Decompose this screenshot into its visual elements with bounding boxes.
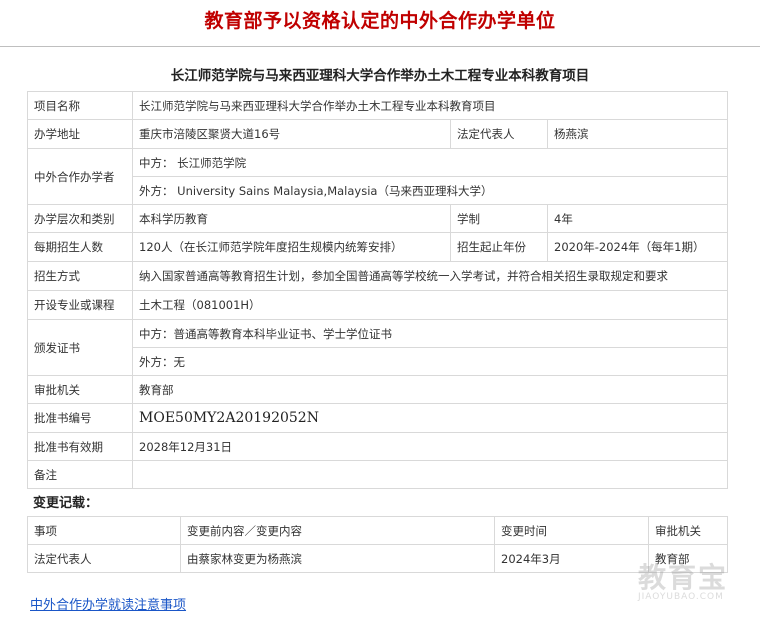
major-value: 土木工程（081001H） — [131, 290, 729, 320]
project-info-table: 项目名称 长江师范学院与马来西亚理科大学合作举办土木工程专业本科教育项目 办学地… — [27, 91, 729, 489]
row-partner-cn: 中外合作办学者 中方： 长江师范学院 — [27, 148, 729, 205]
change-header-item: 事项 — [27, 516, 181, 545]
page-title: 教育部予以资格认定的中外合作办学单位 — [204, 10, 556, 32]
cert-label: 颁发证书 — [27, 319, 133, 376]
change-authority: 教育部 — [648, 544, 728, 573]
level-label: 办学层次和类别 — [27, 204, 133, 233]
row-address: 办学地址 重庆市涪陵区聚贤大道16号 法定代表人 杨燕滨 — [27, 119, 729, 149]
watermark-sub-text: JIAOYUBAO.COM — [638, 592, 724, 602]
authority-label: 审批机关 — [27, 375, 133, 404]
partner-foreign: 外方： University Sains Malaysia,Malaysia（马… — [131, 176, 729, 205]
change-content: 由蔡家林变更为杨燕滨 — [180, 544, 495, 573]
duration-label: 学制 — [450, 204, 548, 233]
row-enroll: 每期招生人数 120人（在长江师范学院年度招生规模内统筹安排） 招生起止年份 2… — [27, 232, 729, 262]
row-cert-foreign: 外方：无 — [28, 347, 729, 376]
admission-value: 纳入国家普通高等教育招生计划，参加全国普通高等学校统一入学考试，并符合相关招生录… — [131, 261, 729, 291]
row-project-name: 项目名称 长江师范学院与马来西亚理科大学合作举办土木工程专业本科教育项目 — [27, 91, 729, 120]
change-header-authority: 审批机关 — [648, 516, 728, 545]
change-record-heading: 变更记载： — [33, 496, 99, 511]
row-authority: 审批机关 教育部 — [27, 375, 729, 404]
change-time: 2024年3月 — [494, 544, 649, 573]
address-value: 重庆市涪陵区聚贤大道16号 — [132, 119, 451, 149]
row-admission: 招生方式 纳入国家普通高等教育招生计划，参加全国普通高等学校统一入学考试，并符合… — [27, 261, 729, 291]
approval-no-label: 批准书编号 — [27, 403, 133, 433]
approval-no-value: MOE50MY2A20192052N — [131, 403, 729, 433]
level-value: 本科学历教育 — [132, 204, 451, 233]
remark-label: 备注 — [27, 460, 133, 489]
change-header-time: 变更时间 — [494, 516, 649, 545]
project-name-value: 长江师范学院与马来西亚理科大学合作举办土木工程专业本科教育项目 — [131, 91, 729, 120]
legal-rep-value: 杨燕滨 — [546, 119, 729, 149]
change-item: 法定代表人 — [27, 544, 181, 573]
page-banner: 教育部予以资格认定的中外合作办学单位 — [0, 0, 760, 47]
partner-cn: 中方： 长江师范学院 — [131, 148, 729, 177]
duration-value: 4年 — [546, 204, 729, 233]
enrollment-notice-link[interactable]: 中外合作办学就读注意事项 — [30, 594, 186, 613]
row-cert-cn: 颁发证书 中方：普通高等教育本科毕业证书、学士学位证书 — [27, 319, 729, 376]
row-valid: 批准书有效期 2028年12月31日 — [27, 432, 729, 461]
row-partner-foreign: 外方： University Sains Malaysia,Malaysia（马… — [28, 176, 729, 205]
address-label: 办学地址 — [27, 119, 133, 149]
valid-value: 2028年12月31日 — [131, 432, 729, 461]
row-approval-no: 批准书编号 MOE50MY2A20192052N — [27, 403, 729, 433]
change-header-content: 变更前内容／变更内容 — [180, 516, 495, 545]
remark-value — [131, 460, 729, 489]
enroll-years-value: 2020年-2024年（每年1期） — [546, 232, 729, 262]
valid-label: 批准书有效期 — [27, 432, 133, 461]
row-remark: 备注 — [27, 460, 729, 489]
cert-cn: 中方：普通高等教育本科毕业证书、学士学位证书 — [131, 319, 729, 348]
major-label: 开设专业或课程 — [27, 290, 133, 320]
project-name-label: 项目名称 — [27, 91, 133, 120]
project-title: 长江师范学院与马来西亚理科大学合作举办土木工程专业本科教育项目 — [170, 68, 590, 84]
enroll-value: 120人（在长江师范学院年度招生规模内统筹安排） — [132, 232, 451, 262]
legal-rep-label: 法定代表人 — [450, 119, 548, 149]
authority-value: 教育部 — [131, 375, 729, 404]
change-header-row: 事项 变更前内容／变更内容 变更时间 审批机关 — [27, 516, 728, 545]
row-major: 开设专业或课程 土木工程（081001H） — [27, 290, 729, 320]
row-level: 办学层次和类别 本科学历教育 学制 4年 — [27, 204, 729, 233]
change-record-table: 事项 变更前内容／变更内容 变更时间 审批机关 法定代表人 由蔡家林变更为杨燕滨… — [27, 516, 728, 573]
table-row: 法定代表人 由蔡家林变更为杨燕滨 2024年3月 教育部 — [27, 544, 728, 573]
cert-foreign: 外方：无 — [131, 347, 729, 376]
admission-label: 招生方式 — [27, 261, 133, 291]
enroll-label: 每期招生人数 — [27, 232, 133, 262]
enroll-years-label: 招生起止年份 — [450, 232, 548, 262]
partners-label: 中外合作办学者 — [27, 148, 133, 205]
